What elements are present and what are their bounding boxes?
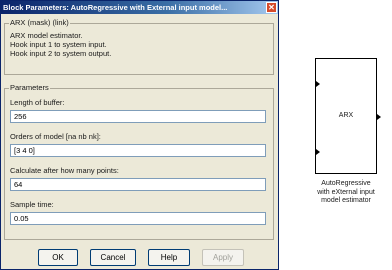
description-line-2: Hook input 1 to system input. bbox=[10, 40, 107, 49]
arx-block[interactable]: ARX bbox=[315, 58, 381, 174]
dialog-title: Block Parameters: AutoRegressive with Ex… bbox=[3, 3, 228, 12]
description-legend: ARX (mask) (link) bbox=[9, 18, 70, 27]
help-button[interactable]: Help bbox=[148, 249, 190, 266]
cancel-button[interactable]: Cancel bbox=[90, 249, 136, 266]
block-caption-line-1: AutoRegressive bbox=[321, 180, 371, 187]
block-caption: AutoRegressive with eXternal input model… bbox=[300, 180, 392, 206]
block-caption-line-3: model estimator bbox=[321, 197, 371, 204]
dialog-title-bar[interactable]: Block Parameters: AutoRegressive with Ex… bbox=[1, 1, 278, 14]
ok-button[interactable]: OK bbox=[38, 249, 78, 266]
arx-block-label: ARX bbox=[338, 112, 354, 119]
buffer-length-label: Length of buffer: bbox=[10, 98, 65, 107]
block-parameters-dialog: Block Parameters: AutoRegressive with Ex… bbox=[0, 0, 279, 270]
input-port-1-icon bbox=[316, 81, 320, 87]
model-orders-label: Orders of model [na nb nk]: bbox=[10, 132, 101, 141]
calc-points-label: Calculate after how many points: bbox=[10, 166, 119, 175]
sample-time-input[interactable] bbox=[10, 212, 266, 225]
parameters-group: Parameters Length of buffer: Orders of m… bbox=[4, 83, 274, 240]
output-port-icon bbox=[377, 114, 381, 120]
buffer-length-input[interactable] bbox=[10, 110, 266, 123]
apply-button[interactable]: Apply bbox=[202, 249, 244, 266]
description-group: ARX (mask) (link) ARX model estimator. H… bbox=[4, 18, 274, 75]
model-orders-input[interactable] bbox=[10, 144, 266, 157]
calc-points-input[interactable] bbox=[10, 178, 266, 191]
sample-time-label: Sample time: bbox=[10, 200, 54, 209]
input-port-2-icon bbox=[316, 149, 320, 155]
parameters-legend: Parameters bbox=[9, 83, 50, 92]
close-icon[interactable]: ✕ bbox=[266, 2, 277, 13]
description-line-3: Hook input 2 to system output. bbox=[10, 49, 112, 58]
description-line-1: ARX model estimator. bbox=[10, 31, 83, 40]
block-caption-line-2: with eXternal input bbox=[317, 188, 375, 196]
